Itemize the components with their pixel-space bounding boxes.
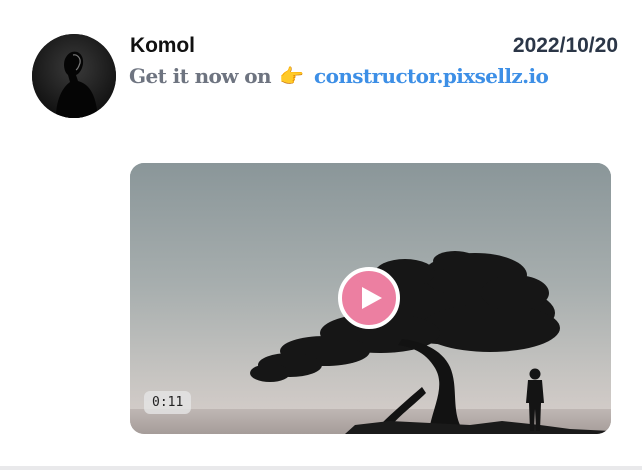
author-name[interactable]: Komol <box>130 34 195 58</box>
message-text: Get it now on <box>129 64 272 88</box>
video-duration: 0:11 <box>144 391 192 414</box>
pointing-hand-icon: 👉 <box>279 64 304 88</box>
avatar-image <box>32 34 116 118</box>
post: Komol 2022/10/20 Get it now on 👉 constru… <box>0 0 642 470</box>
avatar[interactable] <box>32 34 116 118</box>
post-date: 2022/10/20 <box>512 34 618 57</box>
divider <box>0 466 642 470</box>
video-player[interactable]: 0:11 <box>130 163 611 434</box>
post-link[interactable]: constructor.pixsellz.io <box>314 64 549 88</box>
post-message: Get it now on 👉 constructor.pixsellz.io <box>129 64 549 88</box>
play-icon <box>362 287 382 309</box>
play-button[interactable] <box>338 267 400 329</box>
